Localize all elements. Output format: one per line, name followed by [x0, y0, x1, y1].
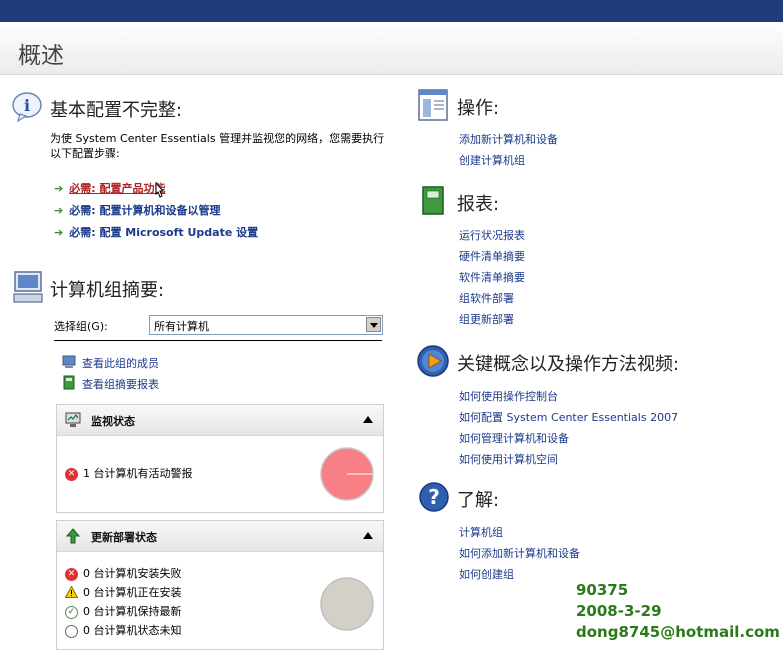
warning-icon [64, 584, 79, 601]
select-group-label: 选择组(G): [54, 320, 108, 333]
update-panel-title: 更新部署状态 [91, 531, 157, 544]
config-step-microsoft-update[interactable]: ➔ 必需: 配置 Microsoft Update 设置 [54, 224, 258, 240]
report-book-icon [62, 375, 76, 394]
monitor-pie-chart [320, 447, 374, 501]
status-text: 0 台计算机安装失败 [83, 567, 182, 580]
config-description-line1: 为使 System Center Essentials 管理并监视您的网络，您需… [50, 132, 385, 145]
collapse-icon[interactable] [363, 416, 373, 423]
group-select-value: 所有计算机 [154, 320, 209, 333]
monitor-status-panel: 监视状态 ✕ 1 台计算机有活动警报 [56, 404, 384, 513]
overlay-note-email: dong8745@hotmail.com [576, 623, 780, 641]
update-pie-chart [320, 577, 374, 631]
mouse-cursor-icon [153, 181, 165, 204]
reports-title: 报表: [457, 194, 500, 215]
learn-title: 了解: [457, 490, 500, 511]
status-row-unknown: 0 台计算机状态未知 [65, 622, 182, 638]
report-link[interactable]: 硬件清单摘要 [459, 248, 525, 264]
view-summary-report-link[interactable]: 查看组摘要报表 [82, 376, 159, 392]
report-link[interactable]: 组更新部署 [459, 311, 514, 327]
status-text: 0 台计算机状态未知 [83, 624, 182, 637]
page-title: 概述 [18, 43, 64, 69]
update-panel-header: 更新部署状态 [57, 521, 383, 552]
svg-text:?: ? [428, 485, 440, 509]
unknown-circle-icon [65, 624, 78, 638]
status-row-installing: 0 台计算机正在安装 [64, 584, 182, 601]
chevron-down-icon[interactable] [366, 317, 381, 332]
config-step-label: 必需: 配置 Microsoft Update 设置 [69, 226, 259, 239]
config-step-label: 必需: 配置计算机和设备以管理 [69, 204, 221, 217]
video-link[interactable]: 如何使用操作控制台 [459, 388, 558, 404]
arrow-icon: ➔ [54, 182, 64, 195]
arrow-icon: ➔ [54, 226, 64, 239]
arrow-icon: ➔ [54, 204, 64, 217]
collapse-icon[interactable] [363, 532, 373, 539]
video-link[interactable]: 如何配置 System Center Essentials 2007 [459, 409, 678, 425]
update-arrow-icon [65, 528, 81, 548]
status-row-uptodate: ✓ 0 台计算机保持最新 [65, 603, 182, 619]
config-step-label: 必需: 配置产品功能 [69, 182, 166, 195]
status-text: 0 台计算机正在安装 [83, 586, 182, 599]
action-link[interactable]: 创建计算机组 [459, 152, 525, 168]
info-icon: i [12, 92, 44, 126]
error-icon: ✕ [65, 467, 78, 481]
config-step-computers[interactable]: ➔ 必需: 配置计算机和设备以管理 [54, 202, 220, 218]
group-select[interactable]: 所有计算机 [149, 315, 383, 335]
actions-window-icon [416, 88, 450, 126]
top-window-bar [0, 0, 783, 22]
group-divider [54, 340, 382, 341]
status-row-alert: ✕ 1 台计算机有活动警报 [65, 465, 193, 481]
monitor-icon [65, 412, 81, 432]
check-icon: ✓ [65, 605, 78, 619]
config-step-product-features[interactable]: ➔ 必需: 配置产品功能 [54, 180, 165, 196]
action-link[interactable]: 添加新计算机和设备 [459, 131, 558, 147]
learn-link[interactable]: 计算机组 [459, 524, 503, 540]
actions-title: 操作: [457, 98, 500, 119]
report-link[interactable]: 软件清单摘要 [459, 269, 525, 285]
report-link[interactable]: 运行状况报表 [459, 227, 525, 243]
video-link[interactable]: 如何使用计算机空间 [459, 451, 558, 467]
title-area [0, 22, 783, 75]
help-icon: ? [418, 481, 450, 517]
status-row-failed: ✕ 0 台计算机安装失败 [65, 565, 182, 581]
members-icon [62, 354, 76, 373]
svg-text:i: i [24, 96, 30, 115]
computer-icon [12, 270, 44, 308]
learn-link[interactable]: 如何添加新计算机和设备 [459, 545, 580, 561]
report-link[interactable]: 组软件部署 [459, 290, 514, 306]
error-icon: ✕ [65, 567, 78, 581]
group-summary-title: 计算机组摘要: [50, 280, 165, 301]
view-members-link[interactable]: 查看此组的成员 [82, 355, 159, 371]
status-text: 0 台计算机保持最新 [83, 605, 182, 618]
update-status-panel: 更新部署状态 ✕ 0 台计算机安装失败 0 台计算机正在安装 ✓ 0 台计算机保持最… [56, 520, 384, 650]
overlay-note-date: 2008-3-29 [576, 602, 662, 620]
media-player-icon [416, 344, 450, 382]
config-description-line2: 以下配置步骤: [50, 147, 120, 160]
overlay-note-number: 90375 [576, 581, 629, 599]
reports-book-icon [420, 186, 446, 220]
config-title: 基本配置不完整: [50, 100, 183, 121]
videos-title: 关键概念以及操作方法视频: [457, 354, 680, 375]
status-text: 1 台计算机有活动警报 [83, 467, 193, 480]
monitor-panel-title: 监视状态 [91, 415, 135, 428]
monitor-panel-header: 监视状态 [57, 405, 383, 436]
video-link[interactable]: 如何管理计算机和设备 [459, 430, 569, 446]
learn-link[interactable]: 如何创建组 [459, 566, 514, 582]
